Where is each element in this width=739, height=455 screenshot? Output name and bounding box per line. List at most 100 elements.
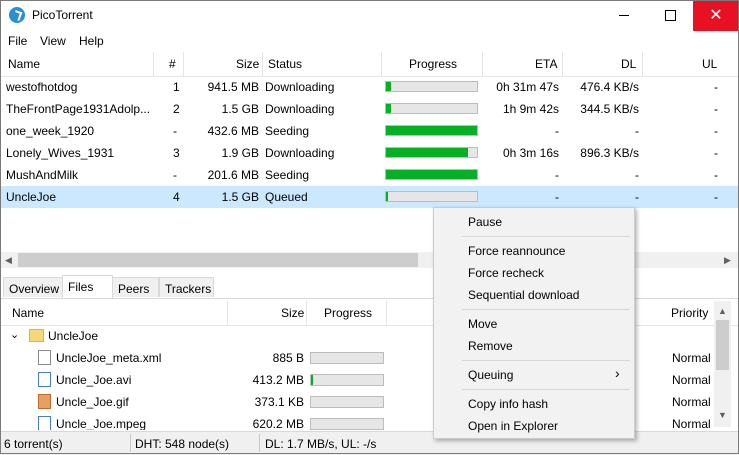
menu-sequential-download[interactable]: Sequential download	[468, 288, 579, 302]
torrent-eta: 1h 9m 42s	[502, 102, 559, 116]
submenu-arrow-icon: ›	[615, 365, 620, 381]
minimize-button[interactable]	[601, 0, 647, 31]
menu-open-in-explorer[interactable]: Open in Explorer	[468, 419, 558, 433]
torrent-status: Queued	[265, 190, 308, 204]
torrent-ul-rate: -	[714, 124, 718, 138]
torrent-progress-bar	[385, 81, 478, 92]
tab-peers[interactable]: Peers	[112, 277, 159, 297]
col-name[interactable]: Name	[8, 57, 40, 71]
torrent-name: one_week_1920	[6, 124, 95, 138]
scroll-up-icon[interactable]: ▲	[718, 306, 727, 316]
torrent-queue-number: 4	[173, 190, 180, 204]
scroll-down-icon[interactable]: ▼	[718, 410, 727, 420]
files-col-priority[interactable]: Priority	[671, 306, 708, 320]
menu-queuing[interactable]: Queuing	[468, 368, 513, 382]
file-progress-bar	[310, 418, 384, 430]
col-size[interactable]: Size	[236, 57, 259, 71]
col-number[interactable]: #	[169, 57, 176, 71]
scroll-left-icon[interactable]: ◀	[5, 255, 12, 266]
file-progress-bar	[310, 352, 384, 364]
torrent-ul-rate: -	[714, 102, 718, 116]
torrent-queue-number: 3	[173, 146, 180, 160]
files-col-size[interactable]: Size	[281, 306, 304, 320]
torrent-eta: -	[555, 168, 559, 182]
torrent-name: Lonely_Wives_1931	[6, 146, 115, 160]
torrent-size: 1.5 GB	[221, 102, 259, 116]
torrent-row[interactable]: TheFrontPage1931Adolp... 2 1.5 GB Downlo…	[0, 98, 739, 120]
torrent-queue-number: 1	[173, 80, 180, 94]
torrent-row[interactable]: westofhotdog 1 941.5 MB Downloading 0h 3…	[0, 76, 739, 98]
close-button[interactable]: ✕	[693, 0, 739, 31]
tab-files[interactable]: Files	[62, 275, 113, 298]
torrent-row[interactable]: one_week_1920 - 432.6 MB Seeding - - -	[0, 120, 739, 142]
menu-force-reannounce[interactable]: Force reannounce	[468, 244, 565, 258]
video-file-icon	[38, 416, 51, 430]
file-size: 620.2 MB	[252, 417, 304, 430]
file-size: 413.2 MB	[252, 373, 304, 387]
torrent-progress-bar	[385, 169, 478, 180]
file-priority[interactable]: Normal	[672, 373, 711, 387]
collapse-chevron-icon[interactable]: ⌄	[10, 328, 19, 341]
context-menu: Pause Force reannounce Force recheck Seq…	[433, 207, 635, 439]
file-size: 373.1 KB	[254, 395, 304, 409]
torrent-row[interactable]: Lonely_Wives_1931 3 1.9 GB Downloading 0…	[0, 142, 739, 164]
files-col-name[interactable]: Name	[12, 306, 44, 320]
torrent-size: 1.5 GB	[221, 190, 259, 204]
torrent-eta: 0h 3m 16s	[502, 146, 559, 160]
torrent-ul-rate: -	[714, 190, 718, 204]
col-eta[interactable]: ETA	[535, 57, 557, 71]
scroll-right-icon[interactable]: ▶	[724, 255, 731, 266]
image-file-icon	[38, 394, 51, 409]
torrent-queue-number: 2	[173, 102, 180, 116]
menu-copy-info-hash[interactable]: Copy info hash	[468, 397, 548, 411]
file-name: Uncle_Joe.gif	[56, 395, 129, 409]
torrent-dl-rate: -	[635, 168, 639, 182]
torrent-size: 201.6 MB	[207, 168, 259, 182]
col-dl[interactable]: DL	[621, 57, 636, 71]
menu-pause[interactable]: Pause	[468, 215, 502, 229]
col-status[interactable]: Status	[268, 57, 302, 71]
torrent-progress-bar	[385, 125, 478, 136]
torrent-status: Seeding	[265, 124, 310, 138]
menu-help[interactable]: Help	[79, 34, 104, 48]
torrent-status: Downloading	[265, 80, 335, 94]
menu-force-recheck[interactable]: Force recheck	[468, 266, 544, 280]
file-priority[interactable]: Normal	[672, 417, 711, 430]
col-ul[interactable]: UL	[702, 57, 717, 71]
files-col-progress[interactable]: Progress	[324, 306, 372, 320]
file-name: Uncle_Joe.mpeg	[56, 417, 147, 430]
torrent-dl-rate: 896.3 KB/s	[580, 146, 639, 160]
video-file-icon	[38, 372, 51, 387]
torrent-row[interactable]: MushAndMilk - 201.6 MB Seeding - - -	[0, 164, 739, 186]
files-vertical-scrollbar-thumb[interactable]	[716, 320, 729, 370]
torrent-name: MushAndMilk	[6, 168, 79, 182]
tab-overview[interactable]: Overview	[3, 277, 63, 297]
torrent-dl-rate: -	[635, 190, 639, 204]
horizontal-scrollbar-thumb[interactable]	[18, 253, 418, 267]
menu-file[interactable]: File	[8, 34, 27, 48]
torrent-name: TheFrontPage1931Adolp...	[6, 102, 151, 116]
file-priority[interactable]: Normal	[672, 351, 711, 365]
file-priority[interactable]: Normal	[672, 395, 711, 409]
torrent-dl-rate: -	[635, 124, 639, 138]
torrent-row-selected[interactable]: UncleJoe 4 1.5 GB Queued - - -	[0, 186, 739, 208]
torrent-queue-number: -	[173, 124, 177, 138]
close-icon: ✕	[709, 6, 723, 24]
torrent-dl-rate: 344.5 KB/s	[580, 102, 639, 116]
xml-file-icon	[38, 350, 51, 365]
torrent-eta: -	[555, 190, 559, 204]
status-dht-nodes: DHT: 548 node(s)	[135, 437, 230, 451]
maximize-button[interactable]	[647, 0, 693, 31]
torrent-name: westofhotdog	[6, 80, 78, 94]
tab-trackers[interactable]: Trackers	[159, 277, 214, 297]
torrent-size: 1.9 GB	[221, 146, 259, 160]
col-progress[interactable]: Progress	[409, 57, 457, 71]
torrent-name: UncleJoe	[6, 190, 57, 204]
menu-move[interactable]: Move	[468, 317, 497, 331]
torrent-progress-bar	[385, 103, 478, 114]
torrent-ul-rate: -	[714, 168, 718, 182]
torrent-eta: 0h 31m 47s	[496, 80, 559, 94]
menu-remove[interactable]: Remove	[468, 339, 513, 353]
window-title: PicoTorrent	[32, 8, 93, 22]
menu-view[interactable]: View	[40, 34, 66, 48]
